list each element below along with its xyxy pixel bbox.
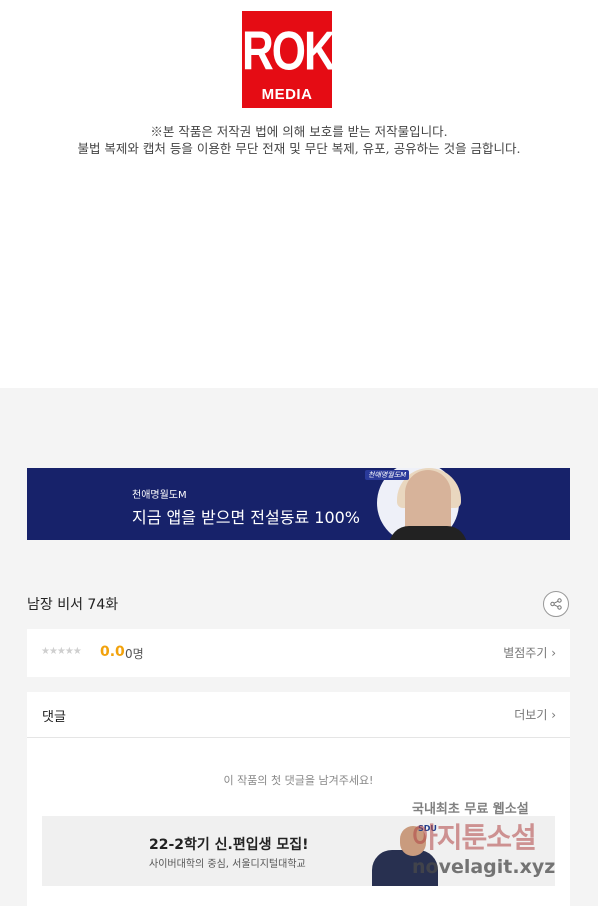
logo-main-text: ROK: [242, 20, 336, 82]
banner-character-body: [389, 526, 467, 540]
banner-game-logo: 천애명월도M: [365, 470, 410, 480]
university-ad[interactable]: 22-2학기 신.편입생 모집! 사이버대학의 중심, 서울디지털대학교 SDU: [42, 816, 555, 886]
episode-title: 남장 비서 74화: [27, 597, 119, 613]
rating-panel: ★★★★★ 0.0 0명 별점주기 ›: [27, 629, 570, 677]
star-rating-icon: ★★★★★: [41, 646, 82, 657]
episode-footer: 천애명월도M 지금 앱을 받으면 전설동료 100% 천애명월도M 남장 비서 …: [0, 388, 598, 906]
rok-media-logo: ROK MEDIA: [242, 11, 336, 108]
rate-button[interactable]: 별점주기 ›: [503, 644, 556, 661]
comments-title: 댓글: [42, 710, 66, 725]
logo-sub-text: MEDIA: [250, 85, 324, 105]
copyright-notice-line2: 불법 복제와 캡처 등을 이용한 무단 전재 및 무단 복제, 유포, 공유하는…: [77, 141, 521, 156]
ad-logo: SDU: [418, 824, 437, 833]
rating-count: 0명: [125, 647, 144, 661]
game-ad-banner[interactable]: 천애명월도M 지금 앱을 받으면 전설동료 100% 천애명월도M: [27, 468, 570, 540]
content-page: ROK MEDIA ※본 작품은 저작권 법에 의해 보호를 받는 저작물입니다…: [0, 0, 598, 388]
share-icon: [550, 598, 562, 610]
ad-subtitle: 사이버대학의 중심, 서울디지털대학교: [149, 859, 306, 870]
banner-text: 지금 앱을 받으면 전설동료 100%: [132, 508, 361, 527]
comments-panel: 댓글 더보기 › 이 작품의 첫 댓글을 남겨주세요! 22-2학기 신.편입생…: [27, 692, 570, 906]
comments-header: 댓글 더보기 ›: [27, 692, 570, 738]
rating-score: 0.0: [100, 644, 125, 660]
comments-more-button[interactable]: 더보기 ›: [514, 706, 556, 723]
banner-title: 천애명월도M: [132, 490, 187, 501]
share-button[interactable]: [543, 591, 569, 617]
ad-person-body: [372, 850, 438, 886]
comments-empty-message: 이 작품의 첫 댓글을 남겨주세요!: [223, 774, 374, 787]
ad-title: 22-2학기 신.편입생 모집!: [149, 837, 309, 853]
